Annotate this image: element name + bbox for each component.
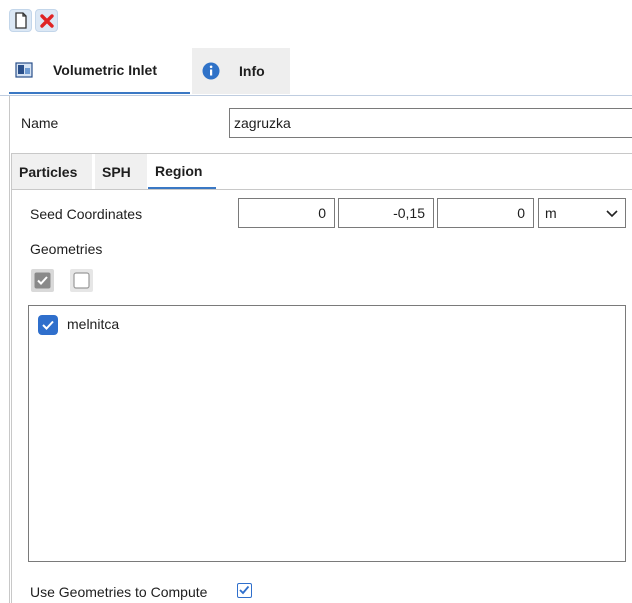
unit-select[interactable]: m — [538, 198, 626, 228]
sub-tab-label: SPH — [102, 163, 131, 180]
red-x-icon — [39, 13, 54, 28]
sub-tab-container: Particles SPH Region Seed Coordinates 0 … — [11, 153, 632, 603]
tab-label: Info — [239, 63, 265, 79]
sub-tab-label: Region — [155, 162, 203, 179]
checkmark-icon — [42, 320, 54, 330]
seed-coordinates-label: Seed Coordinates — [30, 206, 143, 222]
name-label: Name — [21, 115, 59, 131]
document-icon — [14, 11, 27, 29]
uncheck-all-button[interactable] — [70, 269, 93, 292]
use-geometries-label: Use Geometries to Compute — [30, 584, 208, 600]
seed-y-field[interactable]: -0,15 — [338, 198, 434, 228]
name-field[interactable]: zagruzka — [229, 108, 632, 138]
list-item[interactable]: melnitca — [29, 306, 619, 340]
sub-tab-particles[interactable]: Particles — [12, 154, 92, 189]
new-document-button[interactable] — [9, 9, 32, 32]
checked-box-icon — [34, 272, 51, 289]
name-value: zagruzka — [234, 115, 291, 131]
checkmark-icon — [239, 585, 250, 595]
seed-y-value: -0,15 — [393, 205, 425, 221]
sub-tab-region[interactable]: Region — [148, 154, 216, 189]
chevron-down-icon — [606, 210, 618, 218]
unchecked-box-icon — [73, 272, 90, 289]
unit-value: m — [545, 205, 557, 221]
info-icon — [202, 62, 220, 80]
tab-info[interactable]: Info — [192, 48, 290, 94]
sub-tab-label: Particles — [19, 163, 78, 180]
inlet-panel: Name zagruzka Particles SPH Region Seed … — [9, 96, 632, 603]
geometry-list[interactable]: melnitca — [28, 305, 626, 562]
seed-z-value: 0 — [517, 205, 525, 221]
delete-button[interactable] — [35, 9, 58, 32]
inlet-icon — [15, 62, 33, 78]
check-all-button[interactable] — [31, 269, 54, 292]
sub-tab-sph[interactable]: SPH — [95, 154, 147, 189]
geometries-label: Geometries — [30, 241, 103, 257]
tab-volumetric-inlet[interactable]: Volumetric Inlet — [9, 48, 190, 94]
geometry-name: melnitca — [67, 316, 120, 332]
tab-label: Volumetric Inlet — [53, 62, 157, 78]
sub-tab-bar: Particles SPH Region — [12, 154, 632, 190]
volumetric-inlet-editor: Volumetric Inlet Info Name zagruzka Part… — [0, 0, 632, 603]
seed-z-field[interactable]: 0 — [437, 198, 534, 228]
seed-x-value: 0 — [318, 205, 326, 221]
seed-x-field[interactable]: 0 — [238, 198, 335, 228]
geometry-checkbox[interactable] — [38, 315, 58, 335]
use-geometries-checkbox[interactable] — [237, 583, 252, 598]
top-tab-bar: Volumetric Inlet Info — [0, 48, 632, 96]
